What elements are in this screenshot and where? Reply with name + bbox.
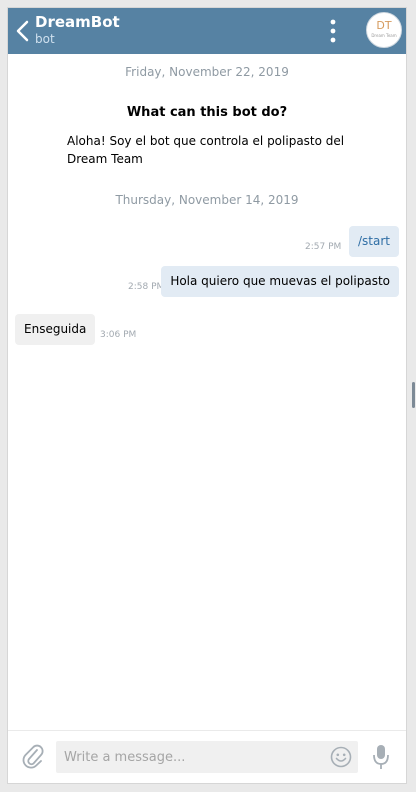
scrollbar-handle[interactable] bbox=[412, 382, 415, 408]
back-arrow-icon[interactable] bbox=[14, 19, 32, 43]
chat-window: DreamBot bot DT Dream Team Friday, Novem… bbox=[7, 7, 407, 784]
chat-title[interactable]: DreamBot bbox=[35, 13, 120, 31]
bot-intro-title: What can this bot do? bbox=[126, 105, 288, 120]
bot-avatar[interactable]: DT Dream Team bbox=[366, 12, 402, 48]
attach-icon[interactable] bbox=[22, 742, 44, 770]
composer-bar bbox=[8, 730, 406, 783]
message-bubble-incoming[interactable]: Enseguida bbox=[15, 314, 96, 345]
emoji-icon[interactable] bbox=[330, 746, 352, 768]
bot-intro-text: Aloha! Soy el bot que controla el polipa… bbox=[67, 134, 345, 166]
message-time: 2:58 PM bbox=[128, 282, 165, 292]
date-separator: Thursday, November 14, 2019 bbox=[115, 193, 299, 207]
message-time: 2:57 PM bbox=[305, 242, 342, 252]
chat-header: DreamBot bot DT Dream Team bbox=[8, 8, 406, 54]
message-input[interactable] bbox=[56, 741, 358, 773]
message-bubble-outgoing[interactable]: /start bbox=[349, 226, 399, 257]
date-separator: Friday, November 22, 2019 bbox=[125, 65, 289, 79]
more-vertical-icon[interactable] bbox=[327, 18, 339, 44]
avatar-initials: DT bbox=[376, 19, 392, 32]
message-bubble-outgoing[interactable]: Hola quiero que muevas el polipasto bbox=[161, 266, 399, 297]
microphone-icon[interactable] bbox=[372, 743, 390, 771]
avatar-caption: Dream Team bbox=[371, 33, 397, 38]
message-time: 3:06 PM bbox=[100, 330, 137, 340]
chat-subtitle: bot bbox=[35, 32, 55, 46]
